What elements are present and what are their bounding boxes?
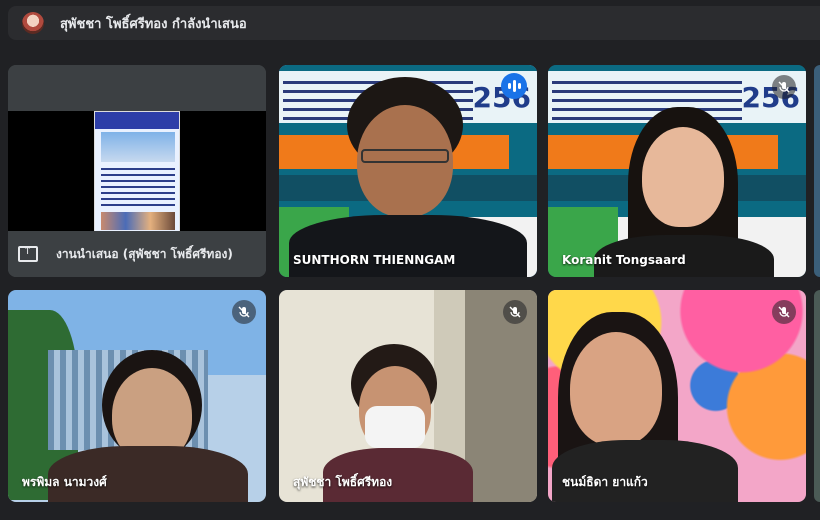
participant-tile-supatcha[interactable]: สุพัชชา โพธิ์ศรีทอง [279,290,537,502]
participant-name: พรพิมล นามวงศ์ [22,475,107,489]
participant-name: ชนม์ธิดา ยาแก้ว [562,475,648,489]
participant-tile-sunthorn[interactable]: 256 SUNTHORN THIENNGAM [279,65,537,277]
speaking-indicator-icon [501,73,527,99]
presenter-avatar [22,12,44,34]
participant-tile-chonthida[interactable]: ชนม์ธิดา ยาแก้ว [548,290,806,502]
mic-off-icon [772,75,796,99]
participant-tile-pornpimon[interactable]: พรพิมล นามวงศ์ [8,290,266,502]
presentation-name: งานนำเสนอ (สุพัชชา โพธิ์ศรีทอง) [56,246,233,261]
participant-name: Koranit Tongsaard [562,253,686,267]
presenter-bar: สุพัชชา โพธิ์ศรีทอง กำลังนำเสนอ [8,6,820,40]
participant-name: SUNTHORN THIENNGAM [293,253,456,267]
participant-video [642,127,724,227]
poster-thumbnail [94,111,180,233]
next-tile-edge [814,65,820,277]
participant-name: สุพัชชา โพธิ์ศรีทอง [293,475,393,489]
mic-off-icon [232,300,256,324]
mic-off-icon [772,300,796,324]
mic-off-icon [503,300,527,324]
present-screen-icon [18,244,38,262]
presenter-status-text: สุพัชชา โพธิ์ศรีทอง กำลังนำเสนอ [60,16,247,32]
participant-video [570,332,662,446]
participant-tile-koranit[interactable]: 256 Koranit Tongsaard [548,65,806,277]
presentation-preview [8,111,266,233]
presentation-tile[interactable]: งานนำเสนอ (สุพัชชา โพธิ์ศรีทอง) [8,65,266,277]
next-tile-edge [814,290,820,502]
face-mask [365,406,425,448]
presentation-label-bar: งานนำเสนอ (สุพัชชา โพธิ์ศรีทอง) [8,231,266,277]
